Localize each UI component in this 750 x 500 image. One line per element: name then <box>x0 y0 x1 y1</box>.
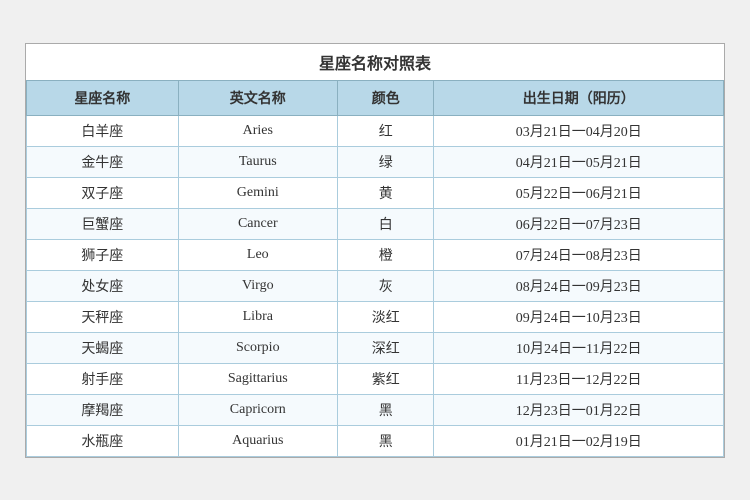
cell-chinese: 天蝎座 <box>27 332 179 363</box>
cell-english: Taurus <box>178 146 337 177</box>
table-row: 射手座Sagittarius紫红11月23日一12月22日 <box>27 363 724 394</box>
cell-date: 08月24日一09月23日 <box>434 270 724 301</box>
cell-color: 黄 <box>337 177 434 208</box>
cell-english: Cancer <box>178 208 337 239</box>
cell-color: 黑 <box>337 394 434 425</box>
col-header-date: 出生日期（阳历） <box>434 80 724 115</box>
table-row: 天蝎座Scorpio深红10月24日一11月22日 <box>27 332 724 363</box>
cell-chinese: 射手座 <box>27 363 179 394</box>
table-row: 白羊座Aries红03月21日一04月20日 <box>27 115 724 146</box>
table-row: 摩羯座Capricorn黑12月23日一01月22日 <box>27 394 724 425</box>
cell-english: Gemini <box>178 177 337 208</box>
cell-color: 白 <box>337 208 434 239</box>
table-body: 白羊座Aries红03月21日一04月20日金牛座Taurus绿04月21日一0… <box>27 115 724 456</box>
cell-color: 淡红 <box>337 301 434 332</box>
cell-date: 07月24日一08月23日 <box>434 239 724 270</box>
cell-english: Leo <box>178 239 337 270</box>
cell-color: 灰 <box>337 270 434 301</box>
table-row: 处女座Virgo灰08月24日一09月23日 <box>27 270 724 301</box>
cell-chinese: 巨蟹座 <box>27 208 179 239</box>
cell-chinese: 金牛座 <box>27 146 179 177</box>
cell-english: Aquarius <box>178 425 337 456</box>
cell-date: 01月21日一02月19日 <box>434 425 724 456</box>
page-title: 星座名称对照表 <box>26 44 724 80</box>
col-header-chinese: 星座名称 <box>27 80 179 115</box>
cell-date: 09月24日一10月23日 <box>434 301 724 332</box>
cell-color: 绿 <box>337 146 434 177</box>
cell-date: 05月22日一06月21日 <box>434 177 724 208</box>
cell-chinese: 天秤座 <box>27 301 179 332</box>
cell-date: 11月23日一12月22日 <box>434 363 724 394</box>
cell-date: 03月21日一04月20日 <box>434 115 724 146</box>
cell-chinese: 双子座 <box>27 177 179 208</box>
table-row: 金牛座Taurus绿04月21日一05月21日 <box>27 146 724 177</box>
cell-color: 橙 <box>337 239 434 270</box>
cell-english: Scorpio <box>178 332 337 363</box>
cell-chinese: 狮子座 <box>27 239 179 270</box>
cell-english: Aries <box>178 115 337 146</box>
table-row: 天秤座Libra淡红09月24日一10月23日 <box>27 301 724 332</box>
cell-date: 04月21日一05月21日 <box>434 146 724 177</box>
zodiac-table: 星座名称 英文名称 颜色 出生日期（阳历） 白羊座Aries红03月21日一04… <box>26 80 724 457</box>
cell-color: 深红 <box>337 332 434 363</box>
cell-chinese: 摩羯座 <box>27 394 179 425</box>
cell-chinese: 白羊座 <box>27 115 179 146</box>
cell-date: 06月22日一07月23日 <box>434 208 724 239</box>
col-header-color: 颜色 <box>337 80 434 115</box>
cell-color: 黑 <box>337 425 434 456</box>
cell-color: 红 <box>337 115 434 146</box>
main-container: 星座名称对照表 星座名称 英文名称 颜色 出生日期（阳历） 白羊座Aries红0… <box>25 43 725 458</box>
cell-english: Sagittarius <box>178 363 337 394</box>
table-row: 双子座Gemini黄05月22日一06月21日 <box>27 177 724 208</box>
table-header-row: 星座名称 英文名称 颜色 出生日期（阳历） <box>27 80 724 115</box>
cell-chinese: 水瓶座 <box>27 425 179 456</box>
cell-english: Virgo <box>178 270 337 301</box>
cell-date: 10月24日一11月22日 <box>434 332 724 363</box>
cell-chinese: 处女座 <box>27 270 179 301</box>
table-row: 巨蟹座Cancer白06月22日一07月23日 <box>27 208 724 239</box>
cell-english: Capricorn <box>178 394 337 425</box>
cell-color: 紫红 <box>337 363 434 394</box>
cell-date: 12月23日一01月22日 <box>434 394 724 425</box>
table-row: 水瓶座Aquarius黑01月21日一02月19日 <box>27 425 724 456</box>
col-header-english: 英文名称 <box>178 80 337 115</box>
cell-english: Libra <box>178 301 337 332</box>
table-row: 狮子座Leo橙07月24日一08月23日 <box>27 239 724 270</box>
